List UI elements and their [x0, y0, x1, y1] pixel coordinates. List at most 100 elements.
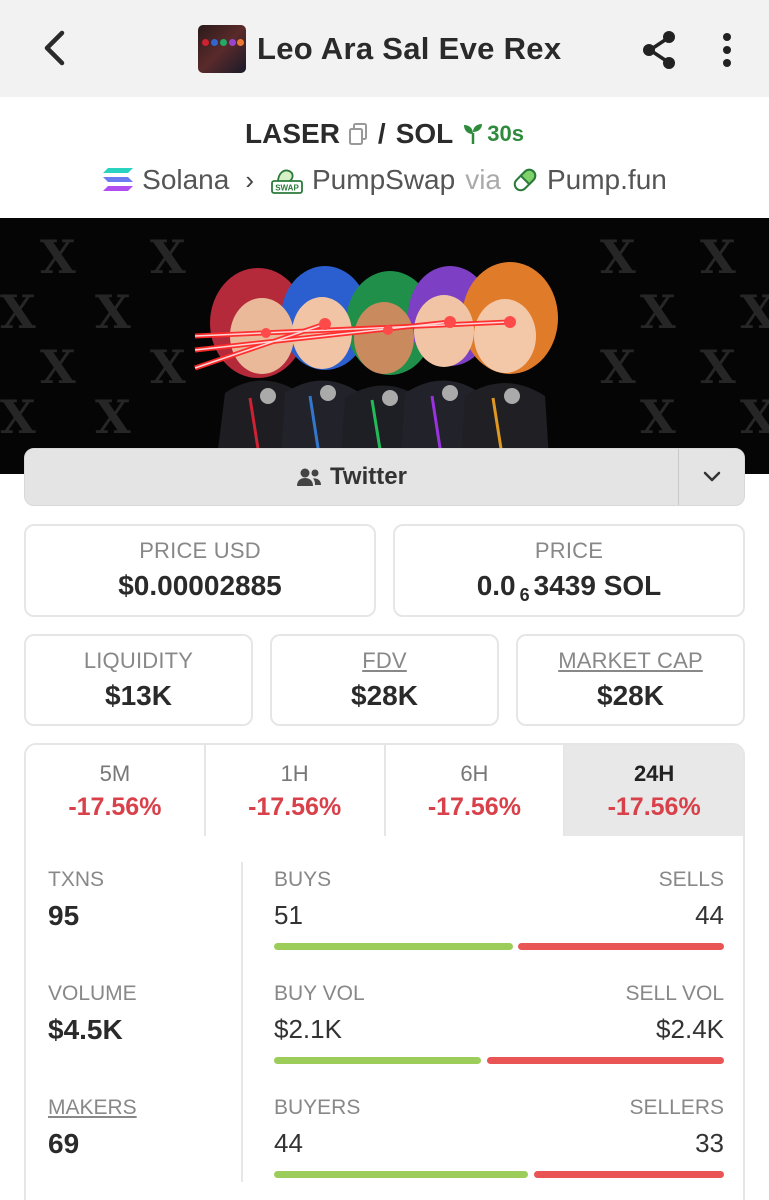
pair-separator: / [377, 118, 386, 149]
price-usd-card: PRICE USD $0.00002885 [24, 524, 376, 617]
token-avatar [198, 25, 246, 73]
buy-sell-volume-bar [274, 1057, 724, 1064]
makers-value: 69 [48, 1128, 80, 1159]
share-icon [643, 31, 675, 69]
svg-text:X: X [40, 340, 76, 394]
fdv-card[interactable]: FDV $28K [270, 634, 499, 726]
buys-bar [274, 943, 513, 950]
svg-text:X: X [40, 230, 76, 284]
via-label: via [465, 164, 501, 195]
chain-link[interactable]: Solana [142, 164, 229, 196]
svg-text:X: X [640, 390, 676, 444]
buys-label: BUYS [274, 868, 332, 891]
txns-value: 95 [48, 900, 80, 931]
twitter-label: Twitter [330, 463, 407, 490]
svg-text:X: X [150, 230, 186, 284]
more-button[interactable] [715, 30, 739, 70]
volume-label: VOLUME [48, 982, 137, 1005]
buyers-bar [274, 1171, 529, 1178]
price-change: -17.56% [427, 793, 521, 821]
price-change: -17.56% [607, 793, 701, 821]
market-cap-label[interactable]: MARKET CAP [518, 648, 743, 674]
price-native-digits: 3439 SOL [533, 570, 662, 601]
sells-value: 44 [695, 900, 724, 930]
chain-breadcrumb: Solana › SWAP PumpSwap via Pump.fun [0, 160, 769, 200]
sellers-value: 33 [695, 1128, 724, 1158]
price-native-card: PRICE 0.0 6 3439 SOL [393, 524, 745, 617]
liquidity-label: LIQUIDITY [83, 648, 194, 673]
price-change: -17.56% [68, 793, 162, 821]
market-cap-value: $28K [597, 680, 664, 711]
chevron-down-icon [703, 471, 721, 482]
sellers-label: SELLERS [629, 1096, 724, 1119]
tab-5m[interactable]: 5M -17.56% [26, 745, 206, 836]
buy-vol-value: $2.1K [274, 1014, 342, 1044]
dex-link[interactable]: PumpSwap [312, 164, 455, 196]
twitter-button[interactable]: Twitter [25, 449, 678, 505]
fdv-label[interactable]: FDV [272, 648, 497, 674]
app-title-group: Leo Ara Sal Eve Rex [198, 25, 561, 73]
svg-text:X: X [0, 390, 36, 444]
price-native-prefix: 0.0 [476, 570, 516, 601]
launchpad-link[interactable]: Pump.fun [547, 164, 667, 196]
buyers-sellers-stat: BUYERS SELLERS 44 33 [274, 1096, 724, 1178]
market-cap-card[interactable]: MARKET CAP $28K [516, 634, 745, 726]
makers-label[interactable]: MAKERS [48, 1096, 137, 1120]
more-vertical-icon [723, 33, 731, 67]
sells-label: SELLS [658, 868, 724, 891]
copy-address-button[interactable] [348, 122, 368, 146]
pair-age: 30s [463, 121, 524, 147]
txns-stat: TXNS 95 [48, 868, 104, 932]
liquidity-card: LIQUIDITY $13K [24, 634, 253, 726]
sell-vol-value: $2.4K [656, 1014, 724, 1044]
social-links-group: Twitter [24, 448, 745, 506]
price-usd-value: $0.00002885 [118, 570, 282, 601]
sell-vol-bar [486, 1057, 724, 1064]
svg-text:X: X [600, 230, 636, 284]
sprout-icon [464, 124, 483, 144]
buyers-value: 44 [274, 1128, 303, 1158]
svg-text:X: X [95, 390, 131, 444]
buy-vol-label: BUY VOL [274, 982, 365, 1005]
base-symbol: LASER [245, 118, 340, 149]
app-bar: Leo Ara Sal Eve Rex [0, 0, 769, 97]
tab-6h[interactable]: 6H -17.56% [385, 745, 566, 836]
buys-sells-bar [274, 943, 724, 950]
pumpswap-icon: SWAP [270, 165, 304, 195]
page-title: Leo Ara Sal Eve Rex [257, 31, 562, 66]
tab-label: 6H [460, 761, 489, 786]
price-change: -17.56% [248, 793, 342, 821]
price-usd-label: PRICE USD [139, 538, 261, 563]
makers-stat[interactable]: MAKERS 69 [48, 1096, 137, 1160]
share-button[interactable] [638, 28, 682, 72]
buys-value: 51 [274, 900, 303, 930]
tab-24h[interactable]: 24H -17.56% [565, 745, 743, 836]
svg-text:X: X [0, 285, 36, 339]
pair-age-value: 30s [487, 121, 524, 146]
tab-label: 24H [633, 761, 675, 786]
tab-label: 5M [99, 761, 131, 786]
back-button[interactable] [30, 22, 78, 74]
sell-vol-label: SELL VOL [625, 982, 724, 1005]
banner-artwork: XXXX XXXX XXXX XXXX [0, 230, 769, 474]
tab-label: 1H [280, 761, 309, 786]
price-native-value: 0.0 6 3439 SOL [395, 570, 743, 606]
svg-text:X: X [600, 340, 636, 394]
svg-text:X: X [95, 285, 131, 339]
txn-stats-panel: TXNS 95 VOLUME $4.5K MAKERS 69 BUYS SELLS… [24, 836, 745, 1200]
sells-bar [518, 943, 724, 950]
links-dropdown-button[interactable] [679, 449, 745, 505]
token-banner: XXXX XXXX XXXX XXXX [0, 218, 769, 474]
svg-text:X: X [150, 340, 186, 394]
timeframe-tabs: 5M -17.56% 1H -17.56% 6H -17.56% 24H -17… [24, 743, 745, 838]
solana-icon [102, 167, 134, 193]
svg-text:X: X [740, 390, 769, 444]
svg-text:X: X [700, 340, 736, 394]
copy-icon [348, 123, 367, 145]
pill-icon [511, 166, 539, 194]
svg-text:X: X [700, 230, 736, 284]
price-native-label: PRICE [534, 538, 604, 563]
buys-sells-stat: BUYS SELLS 51 44 [274, 868, 724, 950]
sellers-bar [533, 1171, 724, 1178]
tab-1h[interactable]: 1H -17.56% [205, 745, 386, 836]
